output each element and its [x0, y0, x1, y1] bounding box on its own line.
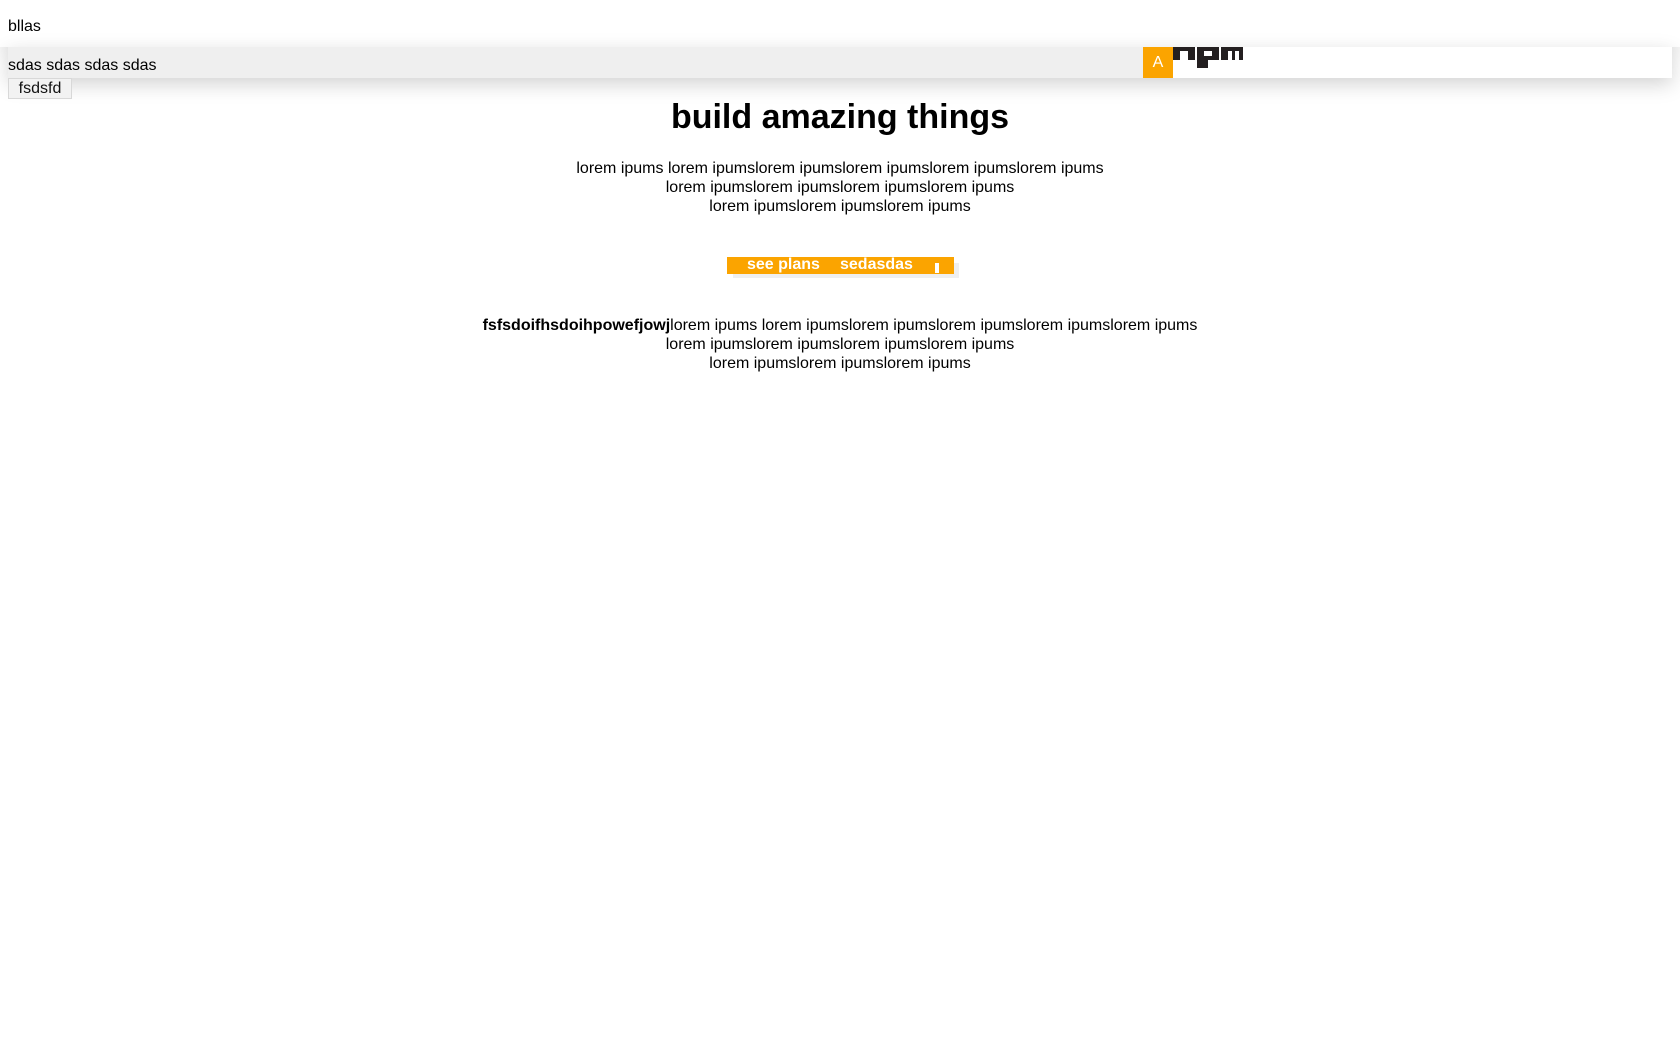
a-badge[interactable]: A — [1143, 47, 1173, 78]
hero-paragraph-line: lorem ipumslorem ipumslorem ipums — [709, 198, 971, 215]
section-bold-lead: fsfsdoifhsdoihpowefjowj — [482, 317, 671, 334]
section-line-text: lorem ipums lorem ipumslorem ipumslorem … — [670, 317, 1198, 334]
nav-link-3[interactable]: sdas — [85, 57, 119, 74]
sedasdas-button[interactable]: sedasdas — [840, 256, 913, 274]
section-paragraph-line: lorem ipumslorem ipumslorem ipumslorem i… — [665, 336, 1015, 353]
top-header: bllas — [0, 0, 1680, 47]
nav-right-panel: A — [1143, 47, 1672, 78]
nav-links: sdas sdas sdas sdas — [8, 57, 157, 75]
cta-marker — [935, 263, 939, 273]
npm-logo-icon[interactable] — [1173, 47, 1243, 69]
hero-paragraph: lorem ipums lorem ipumslorem ipumslorem … — [0, 159, 1680, 216]
hero-paragraph-line: lorem ipumslorem ipumslorem ipumslorem i… — [665, 179, 1015, 196]
see-plans-button[interactable]: see plans — [747, 256, 820, 274]
hero-title: build amazing things — [670, 98, 1010, 136]
nav-link-2[interactable]: sdas — [46, 57, 80, 74]
main-navbar: sdas sdas sdas sdas A — [8, 47, 1672, 78]
brand-text[interactable]: bllas — [8, 18, 41, 36]
nav-link-4[interactable]: sdas — [123, 57, 157, 74]
section-paragraph-line-1: fsfsdoifhsdoihpowefjowjlorem ipums lorem… — [0, 316, 1680, 335]
hero-paragraph-line: lorem ipums lorem ipumslorem ipumslorem … — [576, 160, 1104, 177]
nav-link-1[interactable]: sdas — [8, 57, 42, 74]
section-paragraph: fsfsdoifhsdoihpowefjowjlorem ipums lorem… — [0, 316, 1680, 373]
section-paragraph-line: lorem ipumslorem ipumslorem ipums — [709, 355, 971, 372]
